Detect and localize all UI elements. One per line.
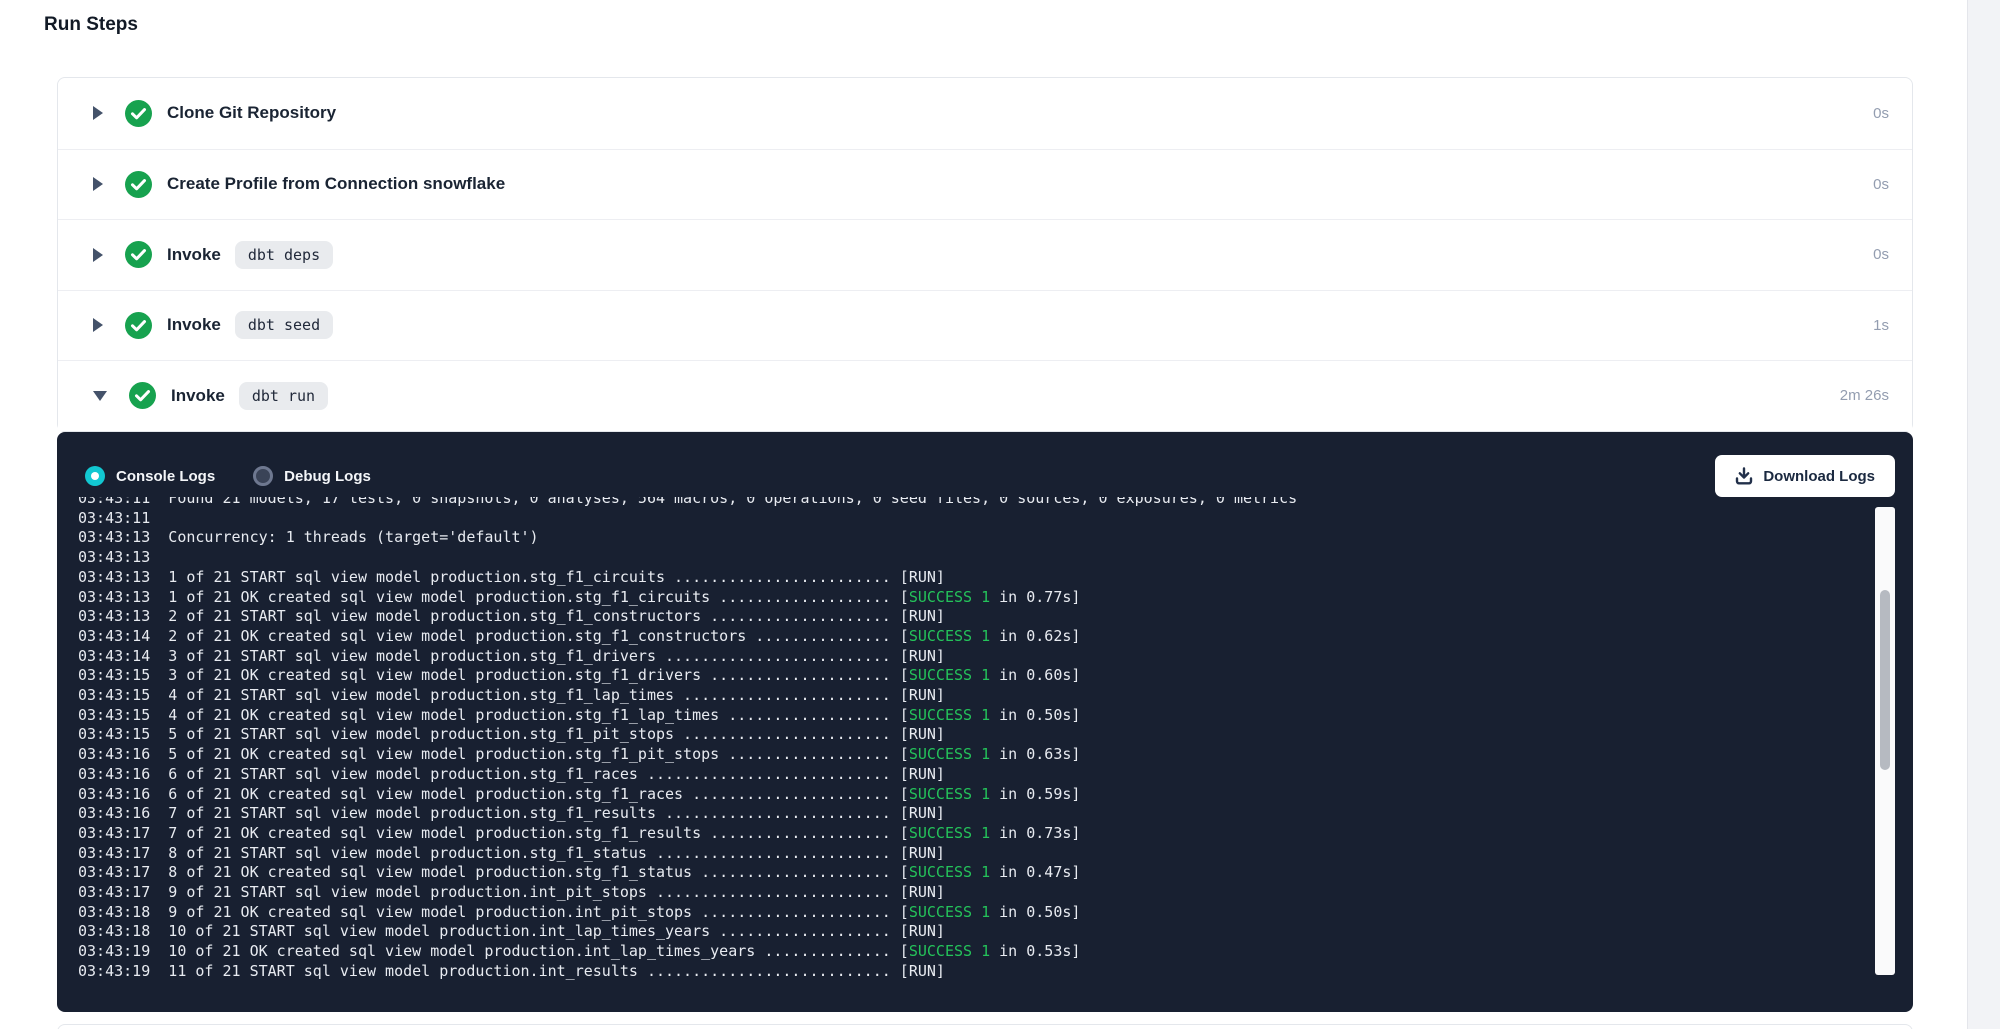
step-label: Invoke: [167, 315, 221, 335]
console-logs-radio[interactable]: Console Logs: [85, 466, 215, 486]
download-icon: [1735, 467, 1753, 485]
log-line: 03:43:18 10 of 21 START sql view model p…: [78, 922, 1872, 942]
log-line: 03:43:13: [78, 548, 1872, 568]
expand-caret-icon[interactable]: [93, 177, 103, 191]
run-step-row[interactable]: Create Profile from Connection snowflake…: [58, 149, 1912, 220]
page-scroll-gutter[interactable]: [1967, 0, 2000, 1029]
log-line: 03:43:17 8 of 21 START sql view model pr…: [78, 844, 1872, 864]
log-line: 03:43:11: [78, 509, 1872, 529]
log-line: 03:43:13 1 of 21 OK created sql view mod…: [78, 588, 1872, 608]
run-step-row[interactable]: Invoke dbt seed 1s: [58, 290, 1912, 361]
log-line: 03:43:19 10 of 21 OK created sql view mo…: [78, 942, 1872, 962]
step-duration: 0s: [1873, 105, 1889, 122]
step-label: Clone Git Repository: [167, 103, 336, 123]
console-logs-radio-label[interactable]: Console Logs: [116, 468, 215, 485]
step-command-badge: dbt seed: [235, 311, 333, 339]
log-line: 03:43:14 3 of 21 START sql view model pr…: [78, 647, 1872, 667]
log-line: 03:43:13 Concurrency: 1 threads (target=…: [78, 528, 1872, 548]
step-duration: 1s: [1873, 317, 1889, 334]
log-line: 03:43:16 6 of 21 START sql view model pr…: [78, 765, 1872, 785]
download-logs-button[interactable]: Download Logs: [1715, 455, 1895, 497]
log-line: 03:43:15 3 of 21 OK created sql view mod…: [78, 666, 1872, 686]
debug-logs-radio[interactable]: Debug Logs: [253, 466, 371, 486]
expand-caret-icon[interactable]: [93, 106, 103, 120]
expand-caret-icon[interactable]: [93, 318, 103, 332]
next-step-card-edge: [57, 1024, 1913, 1029]
radio-unselected-icon[interactable]: [253, 466, 273, 486]
step-duration: 0s: [1873, 176, 1889, 193]
log-content: 03:43:11 Found 21 models, 17 tests, 0 sn…: [78, 497, 1872, 982]
log-line: 03:43:19 11 of 21 START sql view model p…: [78, 962, 1872, 982]
step-label: Invoke: [171, 386, 225, 406]
log-line: 03:43:16 6 of 21 OK created sql view mod…: [78, 785, 1872, 805]
console-logs-panel: Console Logs Debug Logs Download Logs 03…: [57, 432, 1913, 1012]
log-line: 03:43:15 4 of 21 OK created sql view mod…: [78, 706, 1872, 726]
success-check-icon: [125, 100, 152, 127]
log-line: 03:43:16 7 of 21 START sql view model pr…: [78, 804, 1872, 824]
log-line: 03:43:15 5 of 21 START sql view model pr…: [78, 725, 1872, 745]
log-line: 03:43:18 9 of 21 OK created sql view mod…: [78, 903, 1872, 923]
log-line: 03:43:11 Found 21 models, 17 tests, 0 sn…: [78, 497, 1872, 509]
log-scrollbar-track[interactable]: [1875, 507, 1895, 975]
log-line: 03:43:17 8 of 21 OK created sql view mod…: [78, 863, 1872, 883]
log-line: 03:43:13 2 of 21 START sql view model pr…: [78, 607, 1872, 627]
run-step-row[interactable]: Invoke dbt run 2m 26s: [58, 360, 1912, 431]
expand-caret-icon[interactable]: [93, 248, 103, 262]
log-line: 03:43:14 2 of 21 OK created sql view mod…: [78, 627, 1872, 647]
expand-caret-icon[interactable]: [93, 391, 107, 401]
page-title: Run Steps: [44, 14, 138, 36]
step-duration: 2m 26s: [1840, 387, 1889, 404]
step-label: Create Profile from Connection snowflake: [167, 174, 505, 194]
run-steps-list: Clone Git Repository 0s Create Profile f…: [57, 77, 1913, 432]
log-line: 03:43:17 7 of 21 OK created sql view mod…: [78, 824, 1872, 844]
success-check-icon: [129, 382, 156, 409]
step-command-badge: dbt run: [239, 382, 328, 410]
run-step-row[interactable]: Invoke dbt deps 0s: [58, 219, 1912, 290]
log-line: 03:43:16 5 of 21 OK created sql view mod…: [78, 745, 1872, 765]
step-label: Invoke: [167, 245, 221, 265]
step-command-badge: dbt deps: [235, 241, 333, 269]
run-step-row[interactable]: Clone Git Repository 0s: [58, 78, 1912, 149]
log-output-region[interactable]: 03:43:11 Found 21 models, 17 tests, 0 sn…: [78, 497, 1872, 1003]
step-duration: 0s: [1873, 246, 1889, 263]
success-check-icon: [125, 171, 152, 198]
debug-logs-radio-label[interactable]: Debug Logs: [284, 468, 371, 485]
radio-selected-icon[interactable]: [85, 466, 105, 486]
log-line: 03:43:15 4 of 21 START sql view model pr…: [78, 686, 1872, 706]
log-scrollbar-thumb[interactable]: [1880, 590, 1890, 770]
log-line: 03:43:17 9 of 21 START sql view model pr…: [78, 883, 1872, 903]
success-check-icon: [125, 241, 152, 268]
log-line: 03:43:13 1 of 21 START sql view model pr…: [78, 568, 1872, 588]
download-logs-label: Download Logs: [1763, 468, 1875, 485]
success-check-icon: [125, 312, 152, 339]
